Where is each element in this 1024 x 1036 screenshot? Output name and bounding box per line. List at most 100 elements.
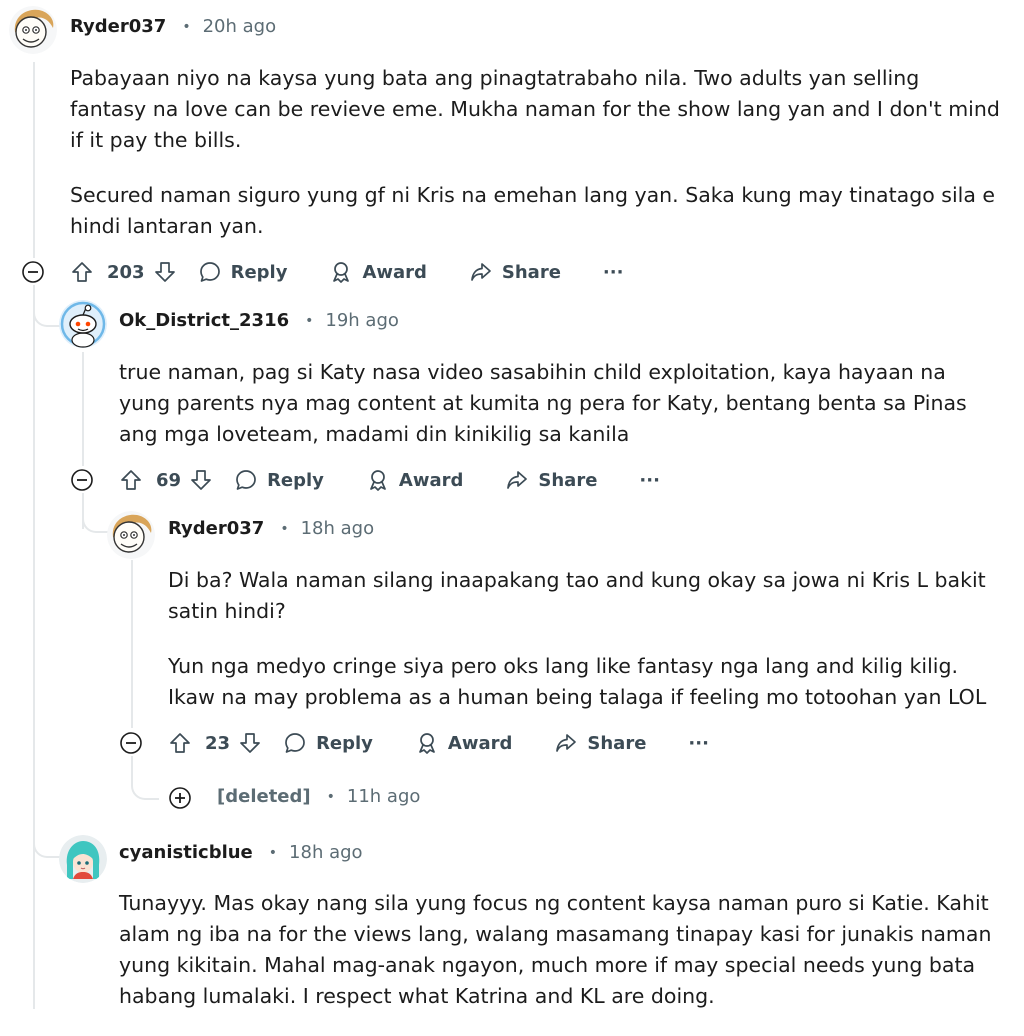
anime-girl-avatar-icon [59, 835, 107, 883]
comment-paragraph: Tunayyy. Mas okay nang sila yung focus n… [119, 891, 992, 1008]
reply-button[interactable]: Reply [234, 468, 324, 492]
collapse-thread-icon[interactable] [21, 260, 45, 284]
comment-meta: Ok_District_2316 • 19h ago [119, 310, 399, 331]
share-label: Share [501, 261, 561, 283]
vote-score: 23 [205, 732, 231, 754]
thread-line [131, 560, 133, 728]
downvote-arrow-icon [191, 470, 211, 490]
user-avatar[interactable] [9, 6, 57, 54]
separator-dot: • [182, 18, 191, 35]
vote-score: 69 [156, 469, 182, 491]
meme-face-avatar-icon [9, 6, 57, 54]
separator-dot: • [326, 788, 335, 805]
thread-connector [33, 285, 61, 327]
comment-paragraph: true naman, pag si Katy nasa video sasab… [119, 360, 967, 446]
award-button[interactable]: Award [366, 468, 463, 492]
meme-face-avatar-icon [107, 511, 155, 559]
share-button[interactable]: Share [505, 468, 597, 492]
comment-meta: cyanisticblue • 18h ago [119, 842, 363, 863]
thread-line [33, 285, 35, 1009]
speech-bubble-icon [285, 733, 305, 753]
reply-label: Reply [230, 261, 288, 283]
deleted-comment-meta[interactable]: [deleted] • 11h ago [217, 786, 420, 807]
more-options-button[interactable]: ··· [639, 470, 660, 491]
comment-timestamp[interactable]: 18h ago [301, 518, 375, 539]
comment-actions: 23 Reply Award Share ··· [168, 726, 709, 760]
award-button[interactable]: Award [415, 731, 512, 755]
comment-meta: Ryder037 • 20h ago [70, 16, 276, 37]
snoo-avatar-icon [59, 300, 107, 348]
user-avatar[interactable] [107, 511, 155, 559]
comment-author[interactable]: Ryder037 [168, 518, 264, 539]
thread-line [33, 62, 35, 258]
reply-label: Reply [267, 469, 324, 491]
downvote-button[interactable] [238, 731, 262, 755]
user-avatar[interactable] [59, 835, 107, 883]
comment-paragraph: Di ba? Wala naman silang inaapakang tao … [168, 568, 986, 623]
deleted-author: [deleted] [217, 786, 311, 807]
vote-score: 203 [107, 261, 145, 283]
award-icon [333, 262, 350, 283]
award-icon [419, 733, 435, 754]
comment-body: Di ba? Wala naman silang inaapakang tao … [168, 565, 1008, 737]
upvote-arrow-icon [121, 470, 141, 490]
share-button[interactable]: Share [554, 731, 646, 755]
share-button[interactable]: Share [469, 260, 561, 284]
comment-paragraph: Yun nga medyo cringe siya pero oks lang … [168, 654, 987, 709]
comment-timestamp[interactable]: 18h ago [289, 842, 363, 863]
share-arrow-icon [556, 734, 577, 752]
upvote-arrow-icon [170, 733, 190, 753]
reply-button[interactable]: Reply [283, 731, 373, 755]
award-button[interactable]: Award [329, 260, 427, 284]
more-options-button[interactable]: ··· [603, 262, 624, 283]
collapse-thread-icon[interactable] [119, 731, 143, 755]
downvote-arrow-icon [240, 733, 260, 753]
thread-connector [82, 493, 110, 533]
comment-body: Tunayyy. Mas okay nang sila yung focus n… [119, 888, 1009, 1036]
separator-dot: • [305, 312, 314, 329]
upvote-button[interactable] [119, 468, 143, 492]
award-icon [370, 470, 386, 491]
upvote-arrow-icon [72, 262, 92, 282]
comment-timestamp[interactable]: 20h ago [203, 16, 277, 37]
expand-thread-icon[interactable] [168, 786, 192, 810]
downvote-button[interactable] [189, 468, 213, 492]
comment-paragraph: Secured naman siguro yung gf ni Kris na … [70, 183, 996, 238]
more-label: ··· [639, 469, 660, 491]
more-label: ··· [688, 732, 709, 754]
award-label: Award [362, 261, 427, 283]
comment-author[interactable]: cyanisticblue [119, 842, 253, 863]
comment-body: true naman, pag si Katy nasa video sasab… [119, 357, 999, 474]
award-label: Award [398, 469, 464, 491]
comment-author[interactable]: Ryder037 [70, 16, 166, 37]
speech-bubble-icon [236, 470, 256, 490]
comment-timestamp[interactable]: 19h ago [325, 310, 399, 331]
collapse-thread-icon[interactable] [70, 468, 94, 492]
comment-body: Pabayaan niyo na kaysa yung bata ang pin… [70, 63, 1000, 266]
award-label: Award [447, 732, 513, 754]
share-arrow-icon [507, 471, 528, 489]
upvote-button[interactable] [168, 731, 192, 755]
upvote-button[interactable] [70, 260, 94, 284]
separator-dot: • [268, 844, 278, 861]
comment-paragraph: Pabayaan niyo na kaysa yung bata ang pin… [70, 66, 1000, 152]
user-avatar[interactable] [59, 300, 107, 348]
downvote-button[interactable] [153, 260, 177, 284]
thread-line [82, 352, 84, 466]
reply-button[interactable]: Reply [198, 260, 288, 284]
thread-connector [131, 756, 159, 800]
comment-timestamp[interactable]: 11h ago [347, 786, 421, 807]
reply-label: Reply [316, 732, 373, 754]
thread-connector [33, 800, 61, 858]
more-options-button[interactable]: ··· [688, 733, 709, 754]
separator-dot: • [280, 520, 289, 537]
more-label: ··· [602, 261, 624, 283]
speech-bubble-icon [199, 262, 220, 282]
comment-actions: 203 Reply Award Share ··· [70, 255, 623, 289]
comment-meta: Ryder037 • 18h ago [168, 518, 374, 539]
comment-actions: 69 Reply Award Share ··· [119, 463, 660, 497]
comment-author[interactable]: Ok_District_2316 [119, 310, 289, 331]
downvote-arrow-icon [154, 262, 175, 282]
share-label: Share [587, 732, 647, 754]
share-label: Share [538, 469, 598, 491]
